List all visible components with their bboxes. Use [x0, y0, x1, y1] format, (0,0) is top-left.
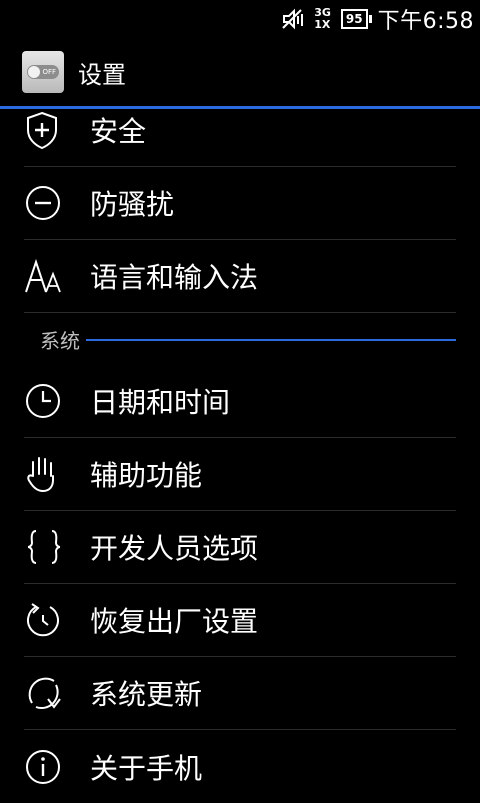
clock-icon: [24, 381, 90, 421]
list-item-label: 恢复出厂设置: [90, 605, 259, 638]
settings-list: 安全 防骚扰 语言和输入法 系统 日期和时间 辅助功能 开发人员选项 恢复出厂设…: [24, 94, 456, 803]
list-item-label: 防骚扰: [90, 188, 175, 221]
network-indicator: 3G 1X: [314, 7, 331, 31]
mute-icon: [280, 8, 304, 30]
list-item-label: 日期和时间: [90, 386, 231, 419]
network-type-bottom: 1X: [314, 18, 331, 31]
list-item-anti-harassment[interactable]: 防骚扰: [24, 167, 456, 240]
list-item-label: 安全: [90, 115, 147, 148]
list-item-label: 语言和输入法: [90, 261, 259, 294]
section-divider: [24, 339, 456, 341]
reset-icon: [24, 600, 90, 640]
status-time: 下午6:58: [377, 9, 474, 34]
list-item-accessibility[interactable]: 辅助功能: [24, 438, 456, 511]
list-item-factory-reset[interactable]: 恢复出厂设置: [24, 584, 456, 657]
list-item-system-update[interactable]: 系统更新: [24, 657, 456, 730]
list-item-about-phone[interactable]: 关于手机: [24, 730, 456, 803]
list-item-label: 关于手机: [90, 751, 203, 785]
list-item-developer-options[interactable]: 开发人员选项: [24, 511, 456, 584]
list-item-date-time[interactable]: 日期和时间: [24, 365, 456, 438]
page-title: 设置: [78, 60, 126, 89]
info-icon: [24, 747, 90, 787]
minus-circle-icon: [24, 183, 90, 223]
list-item-label: 辅助功能: [90, 459, 203, 492]
shield-plus-icon: [24, 110, 90, 150]
status-bar: 3G 1X 95 下午6:58: [0, 0, 480, 38]
section-header-system: 系统: [24, 313, 456, 365]
list-item-security[interactable]: 安全: [24, 94, 456, 167]
battery-icon: 95: [340, 9, 372, 29]
hand-icon: [24, 454, 90, 494]
settings-app-icon: OFF: [22, 51, 64, 93]
list-item-label: 开发人员选项: [90, 532, 259, 565]
braces-icon: [24, 527, 90, 567]
list-item-label: 系统更新: [90, 678, 203, 711]
text-aa-icon: [24, 256, 90, 296]
list-item-language-input[interactable]: 语言和输入法: [24, 240, 456, 313]
section-label: 系统: [24, 324, 86, 354]
update-icon: [24, 673, 90, 713]
toggle-icon: OFF: [27, 65, 59, 79]
